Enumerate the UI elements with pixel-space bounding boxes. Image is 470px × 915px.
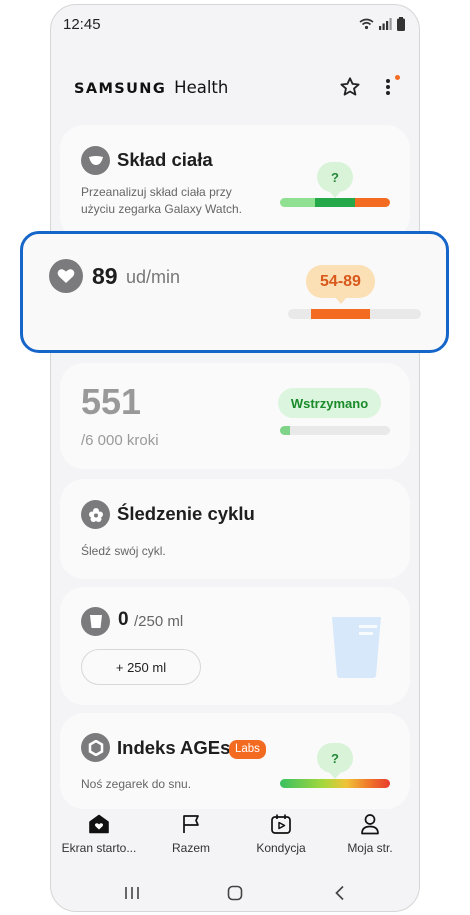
phone-frame: 12:45 SAMSUNG Health Skład ciała Przeana… [50,4,420,912]
heart-icon [49,259,83,293]
chevron-left-icon [335,885,344,901]
star-icon [340,77,360,96]
status-icons [359,17,405,31]
steps-card[interactable]: 551 /6 000 kroki Wstrzymano [60,363,410,469]
body-composition-title: Skład ciała [117,149,213,170]
water-value: 0 [118,609,129,630]
cup-icon [81,607,110,636]
water-glass-icon [332,617,381,678]
recent-apps-button[interactable] [117,881,147,905]
nav-together[interactable]: Razem [145,811,237,855]
bottom-navigation: Ekran starto... Razem Kondycja Moja str. [51,811,419,867]
add-water-button[interactable]: + 250 ml [81,649,201,685]
labs-badge: Labs [229,740,266,759]
ages-index-bar [280,779,390,788]
nav-fitness[interactable]: Kondycja [235,811,327,855]
steps-goal: /6 000 kroki [81,432,159,449]
steps-progress-fill [280,426,290,435]
cycle-tracking-description: Śledź swój cykl. [81,544,166,558]
heart-rate-unit: ud/min [126,267,181,287]
ages-index-card[interactable]: Indeks AGEs Labs Noś zegarek do snu. ? [60,713,410,809]
heart-rate-value: 89 [92,263,118,289]
back-button[interactable] [325,881,355,905]
status-bar: 12:45 [51,5,419,45]
notification-dot [395,75,400,80]
flower-icon [81,500,110,529]
nav-home[interactable]: Ekran starto... [53,811,145,855]
hexagon-icon [81,733,110,762]
cycle-tracking-card[interactable]: Śledzenie cyklu Śledź swój cykl. [60,479,410,579]
heart-rate-range-fill [311,309,370,319]
body-composition-bubble: ? [317,162,353,198]
app-header: SAMSUNG Health [51,67,419,107]
heart-rate-card[interactable]: 89 ud/min 54-89 [20,231,449,353]
signal-icon [379,18,392,30]
heart-rate-range-bubble: 54-89 [306,265,375,304]
nav-my-page[interactable]: Moja str. [324,811,416,855]
steps-value: 551 [81,381,142,422]
calendar-play-icon [271,814,291,834]
body-composition-bar [280,198,390,207]
body-composition-description: Przeanalizuj skład ciała przy użyciu zeg… [81,185,242,216]
home-square-icon [227,885,243,901]
body-composition-card[interactable]: Skład ciała Przeanalizuj skład ciała prz… [60,125,410,240]
body-composition-icon [81,146,110,175]
water-card[interactable]: 0 /250 ml + 250 ml [60,587,410,705]
recent-apps-icon [125,887,139,899]
favorites-button[interactable] [336,73,364,101]
heart-rate-range-bar [288,309,421,319]
samsung-health-logo: SAMSUNG Health [74,78,229,97]
more-vertical-icon [386,79,390,95]
ages-bubble: ? [317,743,353,779]
steps-status-badge: Wstrzymano [278,388,381,418]
ages-description: Noś zegarek do snu. [81,777,192,791]
flag-icon [183,815,199,833]
ages-title: Indeks AGEs [117,737,231,758]
water-goal: /250 ml [134,613,184,630]
system-navigation-bar [51,875,419,911]
home-system-button[interactable] [220,881,250,905]
more-options-button[interactable] [374,73,402,101]
cycle-tracking-title: Śledzenie cyklu [117,503,255,524]
status-time: 12:45 [63,16,101,33]
home-icon [89,814,109,834]
steps-progress-bar [280,426,390,435]
wifi-icon [359,18,374,30]
battery-icon [397,17,405,31]
person-icon [361,814,379,835]
